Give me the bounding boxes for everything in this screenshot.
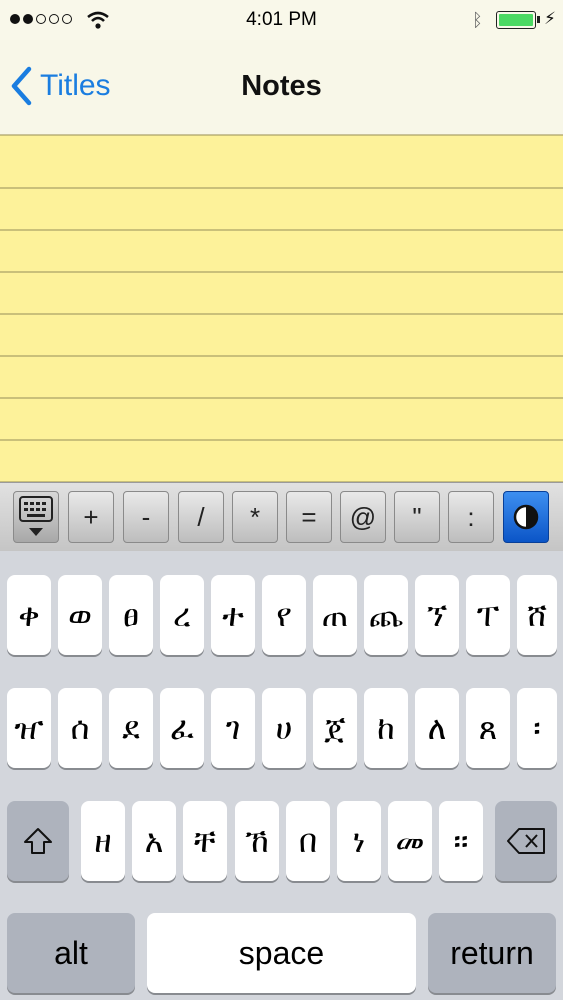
key-row3-3[interactable]: ቸ	[183, 801, 227, 881]
toolbar-key-equals[interactable]: =	[286, 491, 332, 543]
key-row3-6[interactable]: ነ	[337, 801, 381, 881]
key-row1-6[interactable]: የ	[262, 575, 306, 655]
chevron-left-icon	[11, 66, 32, 106]
key-row3-1[interactable]: ዘ	[81, 801, 125, 881]
key-row2-1[interactable]: ዠ	[7, 688, 51, 768]
key-row3-7[interactable]: መ	[388, 801, 432, 881]
key-row1-4[interactable]: ረ	[160, 575, 204, 655]
key-row2-10[interactable]: ጸ	[466, 688, 510, 768]
key-row2-8[interactable]: ከ	[364, 688, 408, 768]
keyboard-dismiss-icon	[19, 496, 53, 536]
key-row2-11[interactable]: ፡	[517, 688, 557, 768]
toolbar-key-minus[interactable]: -	[123, 491, 169, 543]
key-row3-8[interactable]: ።	[439, 801, 483, 881]
key-row3-5[interactable]: በ	[286, 801, 330, 881]
key-row2-3[interactable]: ደ	[109, 688, 153, 768]
toolbar-key-colon[interactable]: :	[448, 491, 494, 543]
key-row3-2[interactable]: አ	[132, 801, 176, 881]
contrast-toggle-button[interactable]	[503, 491, 549, 543]
key-row2-9[interactable]: ለ	[415, 688, 459, 768]
back-button[interactable]: Titles	[10, 66, 111, 106]
note-text-area[interactable]	[0, 135, 563, 483]
key-row1-11[interactable]: ሸ	[517, 575, 557, 655]
toolbar-key-plus[interactable]: +	[68, 491, 114, 543]
contrast-icon	[513, 504, 539, 530]
key-row3-4[interactable]: ኸ	[235, 801, 279, 881]
key-row1-10[interactable]: ፐ	[466, 575, 510, 655]
hide-keyboard-button[interactable]	[13, 491, 59, 543]
bluetooth-icon: ᛒ	[472, 10, 483, 30]
space-key[interactable]: space	[147, 913, 416, 993]
toolbar-key-at[interactable]: @	[340, 491, 386, 543]
delete-key[interactable]	[495, 801, 557, 881]
key-row2-4[interactable]: ፈ	[160, 688, 204, 768]
shift-key[interactable]	[7, 801, 69, 881]
navigation-bar: Titles Notes	[0, 40, 563, 135]
shift-arrow-icon	[24, 828, 52, 854]
toolbar-key-slash[interactable]: /	[178, 491, 224, 543]
keyboard-accessory-toolbar: + - / * = @ " :	[0, 482, 563, 552]
key-row2-2[interactable]: ሰ	[58, 688, 102, 768]
status-bar: 4:01 PM ᛒ ⚡	[0, 0, 563, 40]
ethiopic-keyboard: ቀ ወ ፀ ረ ተ የ ጠ ጨ ኘ ፐ ሸ ዠ ሰ ደ ፈ ገ ሀ ጀ ከ ለ …	[0, 551, 563, 1000]
key-row1-9[interactable]: ኘ	[415, 575, 459, 655]
backspace-icon	[507, 828, 545, 854]
key-row2-6[interactable]: ሀ	[262, 688, 306, 768]
key-row1-7[interactable]: ጠ	[313, 575, 357, 655]
key-row2-5[interactable]: ገ	[211, 688, 255, 768]
key-row2-7[interactable]: ጀ	[313, 688, 357, 768]
toolbar-key-quote[interactable]: "	[394, 491, 440, 543]
key-row1-5[interactable]: ተ	[211, 575, 255, 655]
alt-key[interactable]: alt	[7, 913, 135, 993]
toolbar-key-asterisk[interactable]: *	[232, 491, 278, 543]
key-row1-1[interactable]: ቀ	[7, 575, 51, 655]
battery-icon	[496, 11, 536, 29]
key-row1-3[interactable]: ፀ	[109, 575, 153, 655]
key-row1-8[interactable]: ጨ	[364, 575, 408, 655]
back-button-label: Titles	[40, 69, 111, 102]
return-key[interactable]: return	[428, 913, 556, 993]
key-row1-2[interactable]: ወ	[58, 575, 102, 655]
charging-bolt-icon: ⚡	[544, 9, 556, 28]
